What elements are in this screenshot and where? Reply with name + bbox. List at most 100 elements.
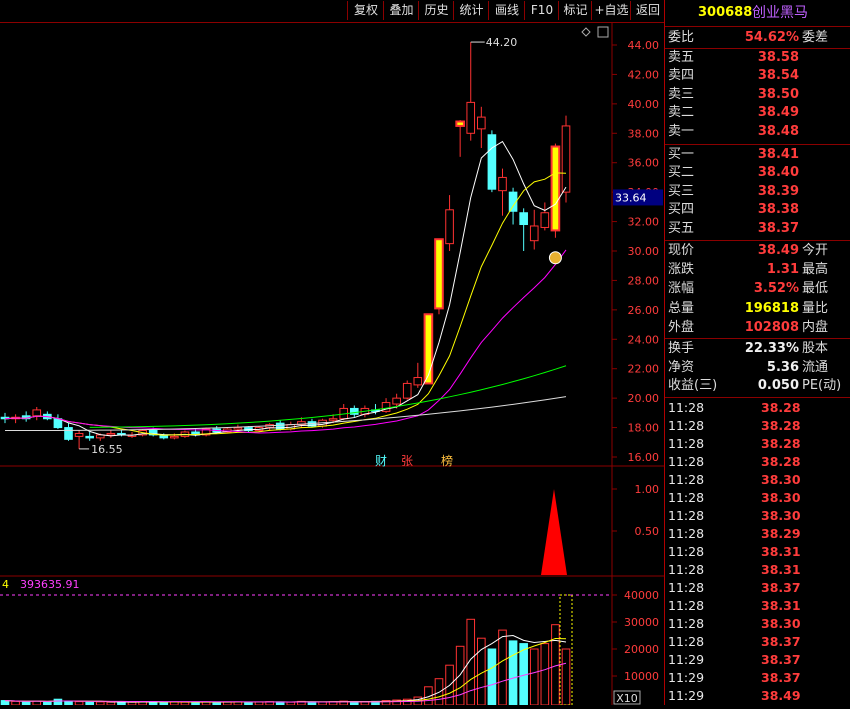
row-value: 102808 [744,319,799,335]
ma5-line [4,140,567,437]
price-tick-label: 28.00 [628,274,660,287]
volume-bar [561,648,571,706]
row-label: 买五 [668,220,695,236]
row-value: 38.49 [757,105,799,121]
price-tick-label: 26.00 [628,304,660,317]
bid-row: 买四 38.38 [665,201,850,219]
toolbar-btn-8[interactable]: 返回 [630,1,665,20]
row-value: 22.33% [744,341,799,356]
tick-price: 38.30 [761,508,801,523]
row-value: 38.49 [757,243,799,258]
row-label: 买三 [668,183,695,199]
row-value: 38.38 [757,202,799,218]
webi-row: 委比 54.62% 委差 [665,29,850,47]
candle-body [498,176,507,192]
candle-body [477,116,486,130]
candle-body [423,313,434,385]
volume-tick-label: 30000 [624,616,659,629]
candle-body [561,125,571,193]
price-tick-label: 38.00 [628,127,660,140]
price-tick-label: 40.00 [628,98,660,111]
money-bag-icon[interactable] [548,251,562,265]
ask-row: 卖五 38.58 [665,49,850,67]
tick-row: 11:28 38.28 [665,453,850,471]
toolbar-btn-7[interactable]: +自选 [591,1,631,20]
quote-row: 外盘 102808 内盘 [665,319,850,337]
bid-row: 买五 38.37 [665,220,850,238]
tick-time: 11:28 [668,472,705,487]
toolbar-btn-3[interactable]: 统计 [453,1,489,20]
volume-bar [0,700,10,706]
tick-row: 11:28 38.31 [665,561,850,579]
tick-row: 11:28 38.31 [665,543,850,561]
chart-area[interactable]: 44.0042.0040.0038.0036.0034.0032.0030.00… [0,0,664,709]
tick-price: 38.37 [761,652,801,667]
tick-row: 11:29 38.37 [665,651,850,669]
event-marker-0: 财 [375,454,387,468]
toolbar-btn-0[interactable]: 复权 [347,1,384,20]
tick-price: 38.28 [761,418,801,433]
price-tick-label: 18.00 [628,422,660,435]
diamond-icon[interactable] [581,27,591,37]
volume-tick-label: 10000 [624,670,659,683]
tick-row: 11:28 38.28 [665,435,850,453]
row-label: 卖二 [668,105,695,121]
row-value: 1.31 [766,262,799,278]
row-label: 外盘 [668,319,695,335]
candle-body [487,134,497,190]
quote-row: 现价 38.49 今开 [665,242,850,260]
volume-bar [455,645,465,706]
tick-time: 11:28 [668,418,705,433]
fund-row: 收益(三) 0.050 PE(动) [665,377,850,395]
row-value: 38.58 [757,50,799,65]
toolbar-btn-1[interactable]: 叠加 [383,1,419,20]
candle-body [455,120,465,127]
tick-price: 38.28 [761,436,801,451]
row-value: 54.62% [744,30,799,45]
quote-row: 总量 196818 量比 [665,300,850,318]
tick-time: 11:29 [668,652,705,667]
toolbar-btn-2[interactable]: 历史 [418,1,454,20]
row-label: 换手 [668,341,695,356]
candle-body [434,238,444,310]
row-value: 5.36 [766,359,799,375]
maximize-icon[interactable] [597,26,609,38]
tick-price: 38.37 [761,670,801,685]
tick-time: 11:28 [668,436,705,451]
row-right-label: 委差 [802,30,829,45]
volume-tick-label: 40000 [624,589,659,602]
tick-row: 11:28 38.29 [665,525,850,543]
candle-body [519,212,528,226]
row-value: 3.52% [753,281,799,297]
tick-price: 38.31 [761,544,801,559]
toolbar-btn-6[interactable]: 标记 [558,1,592,20]
tick-time: 11:28 [668,544,705,559]
ma10-line [4,172,567,436]
candle-body [445,209,454,245]
row-label: 卖三 [668,86,695,102]
event-marker-1: 张 [401,454,413,468]
row-right-label: 最低 [802,281,829,297]
row-label: 收益(三) [668,378,718,393]
tick-row: 11:28 38.30 [665,507,850,525]
tick-time: 11:28 [668,490,705,505]
toolbar-btn-4[interactable]: 画线 [488,1,525,20]
candle-body [540,212,550,228]
ask-row: 卖三 38.50 [665,86,850,104]
stock-header: 300688 创业黑马 [665,4,850,24]
tick-time: 11:28 [668,508,705,523]
volume-bar [64,700,73,706]
current-price-label: 33.64 [615,191,647,204]
row-right-label: PE(动) [802,378,842,393]
ma20-line [4,249,567,434]
row-value: 0.050 [757,378,799,393]
row-label: 卖四 [668,68,695,84]
row-right-label: 股本 [802,341,829,356]
toolbar-btn-5[interactable]: F10 [524,1,559,20]
candlestick-chart[interactable]: 44.0042.0040.0038.0036.0034.0032.0030.00… [0,0,664,706]
volume-info-value: 393635.91 [20,578,80,591]
row-right-label: 流通 [802,359,829,375]
high-label: 44.20 [486,36,518,49]
candle-body [170,435,179,439]
candle-body [32,409,42,417]
